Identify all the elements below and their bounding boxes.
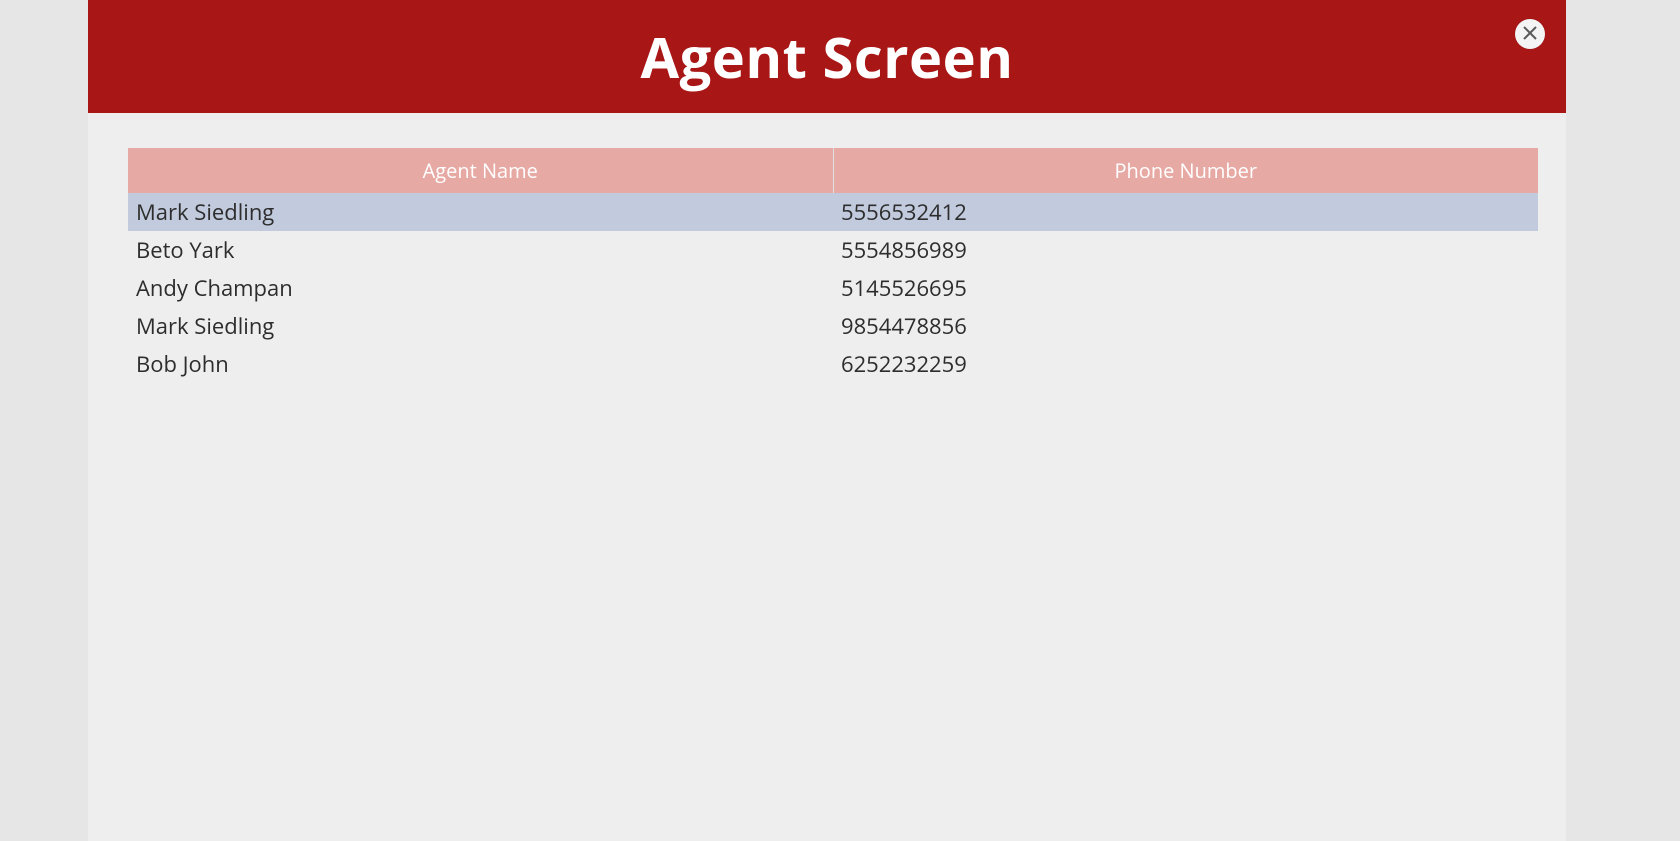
cell-phone-number[interactable]: 5556532412 (833, 193, 1538, 231)
table-row[interactable]: Mark Siedling9854478856 (128, 307, 1538, 345)
cell-agent-name[interactable]: Andy Champan (128, 269, 833, 307)
table-row[interactable]: Mark Siedling5556532412 (128, 193, 1538, 231)
agent-table: Agent Name Phone Number Mark Siedling555… (128, 148, 1538, 383)
agent-screen-panel: Agent Screen Agent Name Phone Number Mar… (88, 0, 1566, 841)
header-bar: Agent Screen (88, 0, 1566, 113)
col-header-agent-name[interactable]: Agent Name (128, 148, 833, 193)
cell-agent-name[interactable]: Mark Siedling (128, 193, 833, 231)
cell-agent-name[interactable]: Bob John (128, 345, 833, 383)
cell-phone-number[interactable]: 5145526695 (833, 269, 1538, 307)
col-header-phone-number[interactable]: Phone Number (833, 148, 1538, 193)
table-row[interactable]: Bob John6252232259 (128, 345, 1538, 383)
cell-agent-name[interactable]: Beto Yark (128, 231, 833, 269)
cell-phone-number[interactable]: 5554856989 (833, 231, 1538, 269)
cell-phone-number[interactable]: 9854478856 (833, 307, 1538, 345)
page-title: Agent Screen (640, 19, 1013, 95)
table-row[interactable]: Andy Champan5145526695 (128, 269, 1538, 307)
cell-phone-number[interactable]: 6252232259 (833, 345, 1538, 383)
table-row[interactable]: Beto Yark5554856989 (128, 231, 1538, 269)
table-header-row: Agent Name Phone Number (128, 148, 1538, 193)
close-button[interactable] (1515, 19, 1545, 49)
agent-table-wrapper: Agent Name Phone Number Mark Siedling555… (128, 148, 1538, 383)
close-icon (1523, 26, 1537, 43)
cell-agent-name[interactable]: Mark Siedling (128, 307, 833, 345)
content-area: Agent Name Phone Number Mark Siedling555… (88, 113, 1566, 841)
